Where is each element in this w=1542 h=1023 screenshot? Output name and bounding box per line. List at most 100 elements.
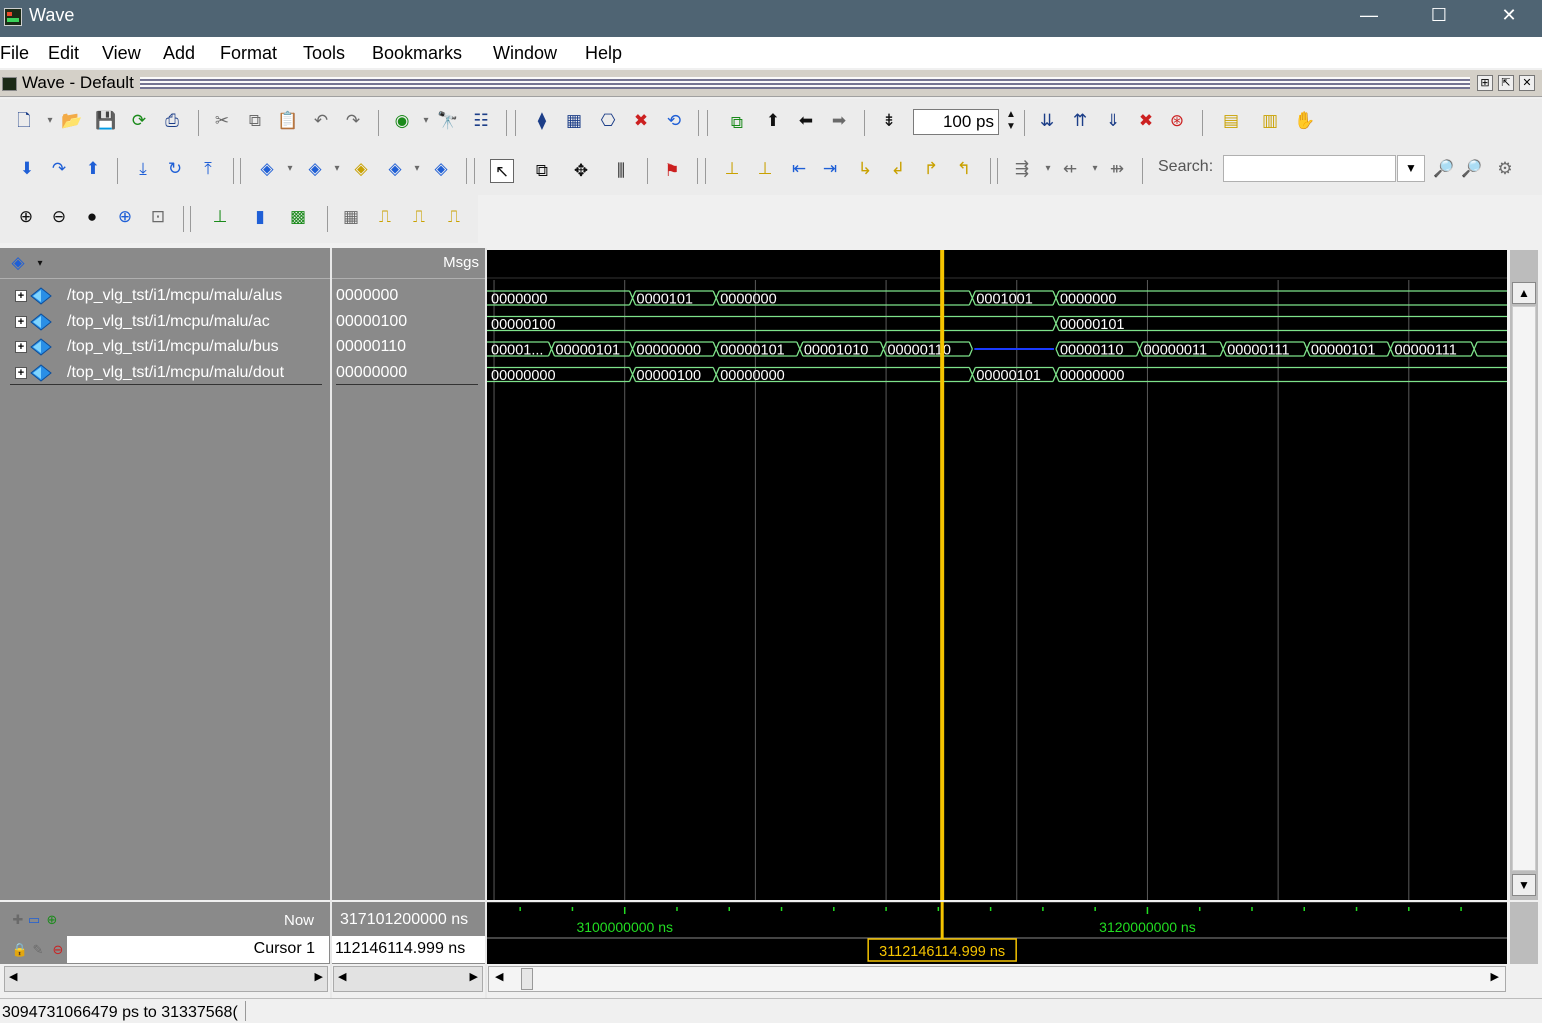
waveform-pane[interactable]: 0000000 0000101 0000000 0001001 0000000 00000…	[487, 250, 1507, 900]
dock-icon[interactable]: ⊞	[1477, 75, 1493, 91]
wave-style-3-icon[interactable]: ⎍	[442, 205, 466, 229]
restart-icon[interactable]: ⧉	[725, 111, 749, 135]
close-button[interactable]: ✕	[1474, 0, 1542, 30]
cursor-name-field[interactable]: Cursor 1	[67, 936, 329, 963]
scroll-thumb[interactable]	[1512, 306, 1536, 871]
scroll-left-icon[interactable]: ◀	[9, 970, 17, 983]
step-out-all-icon[interactable]: ⤒	[196, 157, 220, 181]
run-length-icon[interactable]: ⇟	[877, 109, 901, 133]
drag-grip[interactable]	[140, 77, 1470, 89]
step-back-icon[interactable]: ⬅	[794, 109, 818, 133]
run-all-icon[interactable]: ⇓	[1101, 109, 1125, 133]
previous-edge-icon[interactable]: ⇤	[787, 157, 811, 181]
prev-falling-edge-icon[interactable]: ↳	[853, 157, 877, 181]
copy-icon[interactable]: ⧉	[243, 109, 267, 133]
signal-row[interactable]: + /top_vlg_tst/i1/mcpu/malu/ac	[0, 309, 330, 334]
signal-row[interactable]: + /top_vlg_tst/i1/mcpu/malu/bus	[0, 334, 330, 359]
scroll-right-icon[interactable]: ▶	[315, 970, 323, 983]
menu-file[interactable]: File	[0, 43, 29, 64]
menu-window[interactable]: Window	[493, 43, 557, 64]
zoom-cursor-icon[interactable]: ⊕	[113, 205, 137, 229]
delete-trace-icon[interactable]: ✖	[629, 109, 653, 133]
search-input[interactable]	[1223, 155, 1396, 182]
run-length-stepper[interactable]: ▲ ▼	[1003, 109, 1019, 133]
pan-mode-icon[interactable]: ✥	[569, 159, 593, 183]
wave-style-1-icon[interactable]: ⎍	[373, 205, 397, 229]
undock-icon[interactable]: ⇱	[1498, 75, 1514, 91]
layers-icon[interactable]: ⧫	[530, 109, 554, 133]
menu-add[interactable]: Add	[163, 43, 195, 64]
chevron-down-icon[interactable]: ▾	[1083, 157, 1107, 181]
compile-icon[interactable]: ◉	[390, 109, 414, 133]
next-falling-edge-icon[interactable]: ↲	[886, 157, 910, 181]
chevron-down-icon[interactable]: ▾	[405, 157, 429, 181]
step-forward-icon[interactable]: ➡	[827, 109, 851, 133]
collapse-time-icon[interactable]: ⇷	[1058, 157, 1082, 181]
menu-bookmarks[interactable]: Bookmarks	[372, 43, 462, 64]
waveform-canvas[interactable]: 0000000 0000101 0000000 0001001 000000000000…	[487, 250, 1507, 900]
undo-icon[interactable]: ↶	[309, 109, 333, 133]
cut-icon[interactable]: ✂	[210, 109, 234, 133]
step-up-icon[interactable]: ⬆	[761, 109, 785, 133]
menu-format[interactable]: Format	[220, 43, 277, 64]
traffic-light-icon[interactable]: ⚑	[660, 159, 684, 183]
chevron-down-icon[interactable]: ▾	[414, 109, 438, 133]
format-icon[interactable]: ☷	[469, 109, 493, 133]
step-out-icon[interactable]: ⬆	[81, 157, 105, 181]
search-options-icon[interactable]: ⚙	[1493, 157, 1517, 181]
paste-icon[interactable]: 📋	[276, 109, 300, 133]
continue-icon[interactable]: ⇈	[1068, 109, 1092, 133]
search-forward-icon[interactable]: 🔎	[1460, 157, 1484, 181]
show-all-icon[interactable]: ▩	[286, 205, 310, 229]
chevron-down-icon[interactable]: ▾	[38, 109, 62, 133]
zoom-last-icon[interactable]: ⊡	[146, 205, 170, 229]
signal-row[interactable]: + /top_vlg_tst/i1/mcpu/malu/dout	[0, 360, 330, 385]
step-over-all-icon[interactable]: ↻	[163, 157, 187, 181]
performance-icon[interactable]: ▤	[1219, 109, 1243, 133]
dataflow-icon[interactable]: ⟲	[662, 109, 686, 133]
minimize-button[interactable]: —	[1334, 0, 1404, 30]
next-rising-edge-icon[interactable]: ↰	[952, 157, 976, 181]
step-into-icon[interactable]: ⬇	[15, 157, 39, 181]
wave-pane-hscroll[interactable]: ◀ ▶	[488, 966, 1506, 992]
search-dropdown-button[interactable]: ▼	[1397, 155, 1425, 182]
menu-help[interactable]: Help	[585, 43, 622, 64]
time-marker-icon[interactable]: ⇻	[1105, 157, 1129, 181]
insert-cursor-icon[interactable]: ⊥	[720, 157, 744, 181]
scroll-up-button[interactable]: ▲	[1512, 282, 1536, 304]
cursor-value-field[interactable]: 112146114.999 ns	[332, 936, 485, 963]
signal-row[interactable]: + /top_vlg_tst/i1/mcpu/malu/alus	[0, 283, 330, 308]
add-memory-icon[interactable]: ◈	[383, 157, 407, 181]
scroll-right-icon[interactable]: ▶	[470, 970, 478, 983]
zoom-full-icon[interactable]: ●	[80, 205, 104, 229]
redo-icon[interactable]: ↷	[341, 109, 365, 133]
add-cursor-plus-icon[interactable]: ⊕	[40, 908, 64, 932]
menu-view[interactable]: View	[102, 43, 141, 64]
add-wave-icon[interactable]: ◈	[255, 157, 279, 181]
scroll-left-icon[interactable]: ◀	[338, 970, 346, 983]
hscroll-thumb[interactable]	[521, 968, 533, 990]
stop-icon[interactable]: ⊛	[1165, 109, 1189, 133]
search-backward-icon[interactable]: 🔎	[1432, 157, 1456, 181]
next-edge-icon[interactable]: ⇥	[818, 157, 842, 181]
scroll-left-icon[interactable]: ◀	[495, 970, 503, 983]
delete-cursor-icon[interactable]: ⊥	[753, 157, 777, 181]
trace-icon[interactable]: ⎔	[596, 109, 620, 133]
chevron-down-icon[interactable]: ▾	[1036, 157, 1060, 181]
find-binoculars-icon[interactable]: 🔭	[436, 109, 460, 133]
expand-icon[interactable]: +	[15, 290, 27, 302]
memory-icon[interactable]: ▥	[1258, 109, 1282, 133]
maximize-button[interactable]: ☐	[1404, 0, 1474, 30]
timeline-pane[interactable]: 3100000000 ns 3120000000 ns 3112146114.999…	[487, 901, 1507, 964]
zoom-out-icon[interactable]: ⊖	[47, 205, 71, 229]
new-file-icon[interactable]: 🗋	[12, 109, 36, 133]
signal-filter-icon[interactable]: ◈	[6, 251, 30, 275]
wave-shade-icon[interactable]: ▦	[339, 205, 363, 229]
expand-icon[interactable]: +	[15, 366, 27, 379]
hand-icon[interactable]: ✋	[1293, 109, 1317, 133]
vertical-scrollbar[interactable]: ▲ ▼	[1510, 250, 1538, 900]
run-icon[interactable]: ⇊	[1035, 109, 1059, 133]
add-log-icon[interactable]: ◈	[429, 157, 453, 181]
show-signal-icon[interactable]: ▮	[248, 205, 272, 229]
step-over-icon[interactable]: ↷	[47, 157, 71, 181]
